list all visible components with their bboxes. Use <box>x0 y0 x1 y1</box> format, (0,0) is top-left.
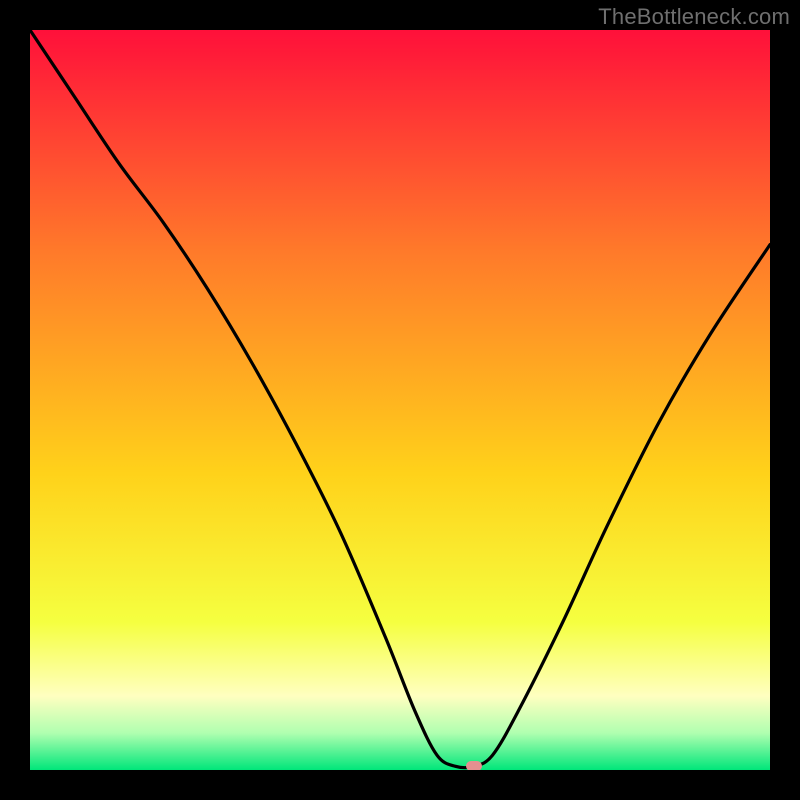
bottleneck-curve <box>30 30 770 770</box>
watermark-label: TheBottleneck.com <box>598 4 790 30</box>
plot-area <box>30 30 770 770</box>
chart-frame: TheBottleneck.com <box>0 0 800 800</box>
optimum-marker <box>466 761 482 770</box>
